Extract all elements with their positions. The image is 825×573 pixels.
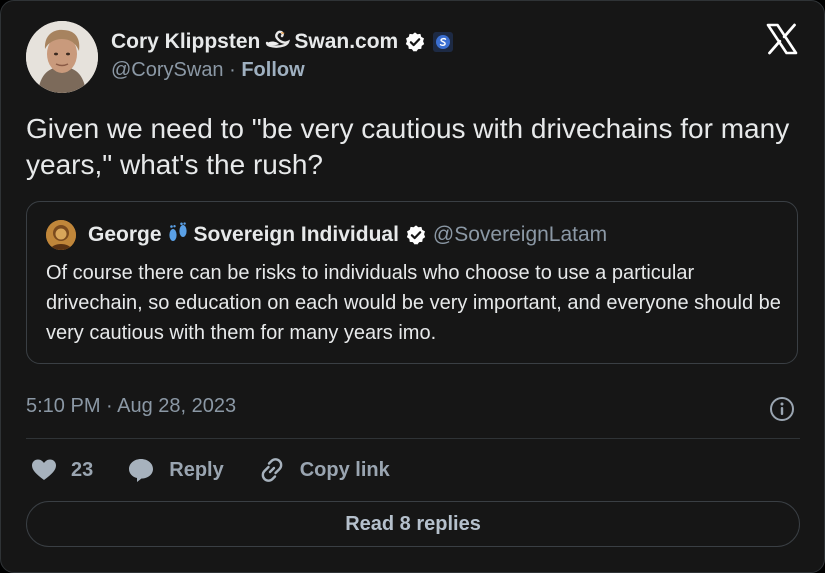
follow-link[interactable]: Follow bbox=[241, 59, 304, 81]
author-handle-row: @CorySwan · Follow bbox=[111, 59, 305, 82]
copy-link-button[interactable]: Copy link bbox=[258, 456, 390, 484]
quoted-handle: @SovereignLatam bbox=[432, 223, 608, 246]
link-icon bbox=[261, 458, 283, 482]
tweet-card: Cory Klippsten Swan.com @CorySwan · Foll… bbox=[0, 0, 825, 573]
tweet-text: Given we need to "be very cautious with … bbox=[26, 113, 790, 180]
author-handle[interactable]: @CorySwan bbox=[111, 59, 224, 81]
author-name-suffix: Swan.com bbox=[294, 29, 399, 53]
author-name-row[interactable]: Cory Klippsten Swan.com bbox=[111, 29, 454, 54]
verified-icon bbox=[405, 224, 427, 246]
footprints-emoji-icon bbox=[166, 221, 190, 249]
author-name[interactable]: Cory Klippsten bbox=[111, 30, 260, 54]
read-replies-label: Read 8 replies bbox=[345, 512, 481, 535]
quoted-name: George bbox=[88, 223, 162, 246]
verified-icon bbox=[404, 31, 426, 53]
org-badge-icon[interactable] bbox=[433, 31, 454, 52]
timestamp[interactable]: 5:10 PM · Aug 28, 2023 bbox=[26, 395, 236, 418]
swan-emoji-icon bbox=[264, 29, 291, 54]
heart-icon bbox=[32, 459, 56, 480]
quoted-avatar bbox=[46, 220, 76, 250]
x-logo-icon[interactable] bbox=[766, 23, 798, 55]
handle-separator: · bbox=[223, 59, 242, 81]
like-button[interactable]: 23 bbox=[31, 458, 93, 482]
quoted-name-suffix: Sovereign Individual bbox=[193, 223, 399, 246]
quoted-tweet[interactable]: George Sovereign Individual @SovereignLa… bbox=[26, 201, 798, 364]
reply-icon bbox=[129, 459, 154, 482]
quoted-text: Of course there can be risks to individu… bbox=[46, 262, 781, 344]
like-count: 23 bbox=[71, 458, 94, 481]
action-bar: 23 Reply Copy link bbox=[31, 456, 424, 484]
avatar[interactable] bbox=[26, 21, 98, 93]
copy-link-label: Copy link bbox=[299, 458, 390, 481]
reply-label: Reply bbox=[169, 458, 224, 481]
reply-button[interactable]: Reply bbox=[127, 457, 224, 483]
read-replies-button[interactable]: Read 8 replies bbox=[26, 501, 800, 547]
quoted-header: George Sovereign Individual @SovereignLa… bbox=[46, 220, 607, 250]
divider bbox=[26, 438, 800, 439]
info-icon[interactable] bbox=[769, 396, 795, 422]
